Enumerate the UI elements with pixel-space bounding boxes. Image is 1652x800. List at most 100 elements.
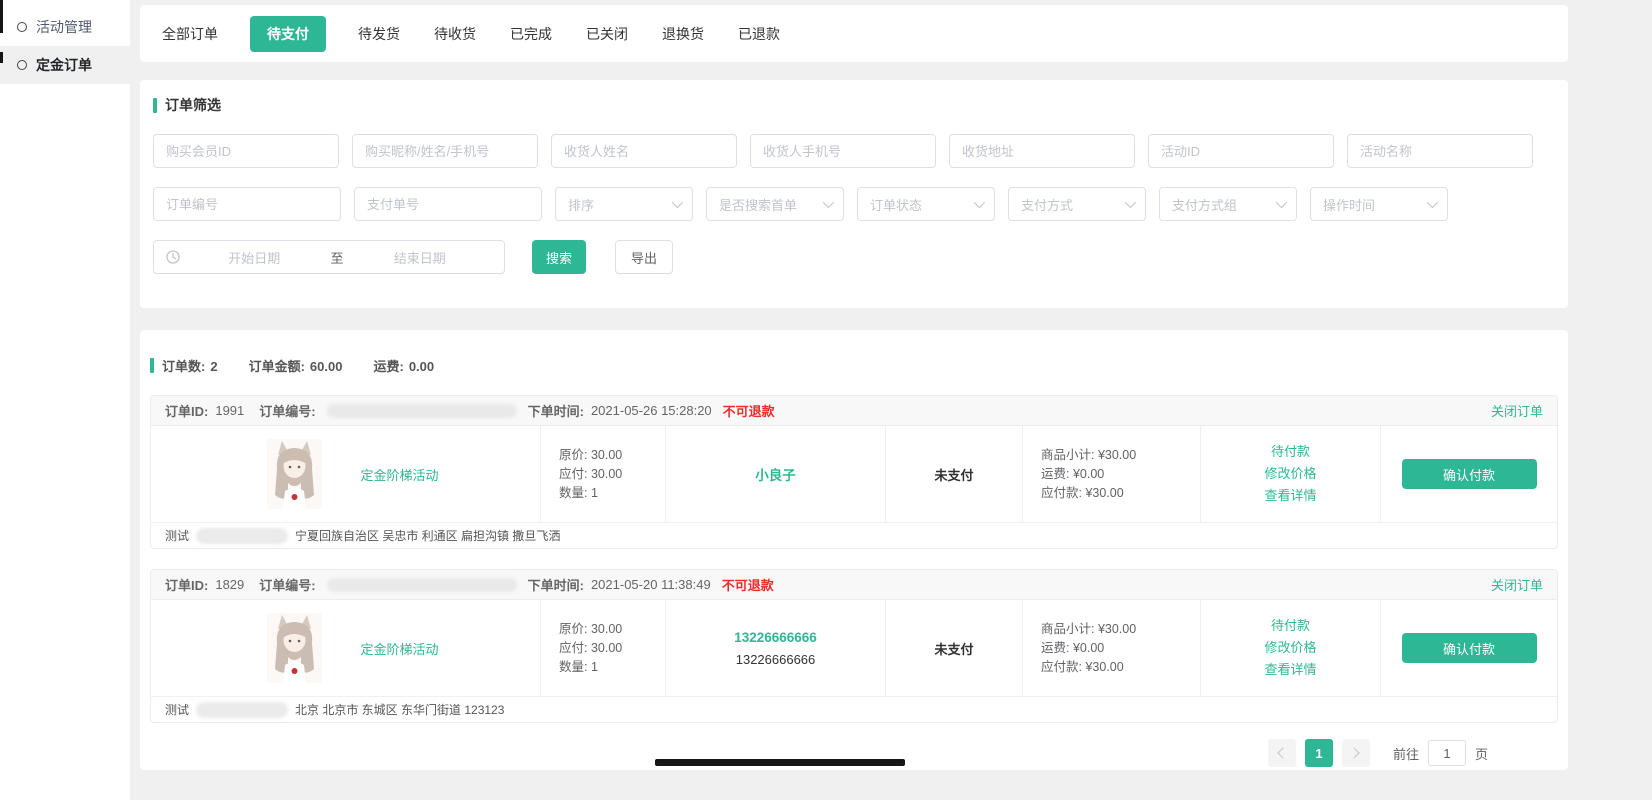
button-cell: 确认付款: [1381, 426, 1557, 522]
payment-no-input[interactable]: [354, 187, 542, 221]
modify-price-link[interactable]: 修改价格: [1264, 463, 1316, 485]
operation-time-select[interactable]: 操作时间: [1310, 187, 1448, 221]
buyer-name-link[interactable]: 小良子: [755, 464, 796, 484]
main-content: 全部订单 待支付 待发货 待收货 已完成 已关闭 退换货 已退款 订单筛选 排序: [140, 0, 1568, 770]
redacted-buyer-name: [196, 702, 288, 718]
pending-payment-link[interactable]: 待付款: [1271, 615, 1310, 637]
price-cell: 原价: 30.00 应付: 30.00 数量: 1: [541, 426, 666, 522]
chevron-right-icon: [1349, 747, 1360, 758]
view-details-link[interactable]: 查看详情: [1264, 659, 1316, 681]
order-card: 订单ID: 1829 订单编号: 下单时间: 2021-05-20 11:38:…: [150, 569, 1558, 723]
order-body-row: 定金阶梯活动 原价: 30.00 应付: 30.00 数量: 1 1322666…: [151, 600, 1557, 696]
chevron-left-icon: [1278, 747, 1289, 758]
prev-page-button[interactable]: [1268, 739, 1296, 767]
sidebar-item-label: 定金订单: [36, 55, 92, 75]
redacted-order-no: [327, 578, 517, 592]
order-summary-bar: 订单数:2 订单金额:60.00 运费:0.00: [150, 356, 1558, 375]
address-text: 宁夏回族自治区 吴忠市 利通区 扁担沟镇 撒旦飞洒: [295, 527, 560, 544]
chevron-down-icon: [823, 197, 834, 208]
activity-name-input[interactable]: [1347, 134, 1533, 168]
pending-payment-link[interactable]: 待付款: [1271, 441, 1310, 463]
date-range-picker[interactable]: 开始日期 至 结束日期: [153, 240, 505, 274]
price-cell: 原价: 30.00 应付: 30.00 数量: 1: [541, 600, 666, 696]
filter-section-title: 订单筛选: [153, 95, 1555, 115]
redacted-order-no: [327, 404, 517, 418]
redacted-buyer-name: [196, 528, 288, 544]
chevron-down-icon: [672, 197, 683, 208]
actions-cell: 待付款 修改价格 查看详情: [1201, 426, 1381, 522]
close-order-link[interactable]: 关闭订单: [1491, 401, 1543, 420]
product-name-link[interactable]: 定金阶梯活动: [360, 465, 438, 484]
section-accent-bar: [153, 98, 157, 113]
buyer-cell: 小良子: [666, 426, 886, 522]
order-id: 1829: [215, 577, 244, 592]
order-time: 2021-05-20 11:38:49: [591, 577, 711, 592]
totals-cell: 商品小计: ¥30.00 运费: ¥0.00 应付款: ¥30.00: [1023, 426, 1201, 522]
freight-amount: 0.00: [409, 359, 434, 374]
button-cell: 确认付款: [1381, 600, 1557, 696]
page-number-button[interactable]: 1: [1305, 739, 1333, 767]
first-order-select[interactable]: 是否搜索首单: [706, 187, 844, 221]
view-details-link[interactable]: 查看详情: [1264, 485, 1316, 507]
modify-price-link[interactable]: 修改价格: [1264, 637, 1316, 659]
buyer-cell: 13226666666 13226666666: [666, 600, 886, 696]
goto-page-input[interactable]: [1428, 740, 1466, 766]
radio-circle-icon: [17, 60, 27, 70]
confirm-payment-button[interactable]: 确认付款: [1402, 459, 1537, 489]
tab-pending-receipt[interactable]: 待收货: [432, 16, 478, 52]
page-unit-label: 页: [1475, 744, 1488, 763]
filter-row-2: 排序 是否搜索首单 订单状态 支付方式 支付方式组 操作时间: [153, 187, 1555, 221]
order-status-tabs: 全部订单 待支付 待发货 待收货 已完成 已关闭 退换货 已退款: [140, 5, 1568, 62]
order-card: 订单ID: 1991 订单编号: 下单时间: 2021-05-26 15:28:…: [150, 395, 1558, 549]
tab-refunded[interactable]: 已退款: [736, 16, 782, 52]
payment-status: 未支付: [886, 426, 1023, 522]
sidebar-item-activity-management[interactable]: 活动管理: [0, 8, 130, 46]
filter-row-3: 开始日期 至 结束日期 搜索 导出: [153, 240, 1555, 274]
left-edge-scroll-thumb: [0, 52, 3, 63]
buyer-name-link[interactable]: 13226666666: [734, 630, 817, 645]
non-refundable-flag: 不可退款: [723, 401, 775, 420]
product-avatar: [267, 613, 322, 683]
payment-method-group-select[interactable]: 支付方式组: [1159, 187, 1297, 221]
product-cell: 定金阶梯活动: [151, 426, 541, 522]
order-time: 2021-05-26 15:28:20: [591, 403, 712, 418]
confirm-payment-button[interactable]: 确认付款: [1402, 633, 1537, 663]
buyer-nickname-input[interactable]: [352, 134, 538, 168]
payment-method-select[interactable]: 支付方式: [1008, 187, 1146, 221]
order-status-select[interactable]: 订单状态: [857, 187, 995, 221]
tab-all-orders[interactable]: 全部订单: [160, 16, 220, 52]
next-page-button[interactable]: [1342, 739, 1370, 767]
search-button[interactable]: 搜索: [532, 240, 586, 274]
consignee-name-input[interactable]: [551, 134, 737, 168]
order-body-row: 定金阶梯活动 原价: 30.00 应付: 30.00 数量: 1 小良子 未支付…: [151, 426, 1557, 522]
sort-select[interactable]: 排序: [555, 187, 693, 221]
non-refundable-flag: 不可退款: [722, 575, 774, 594]
close-order-link[interactable]: 关闭订单: [1491, 575, 1543, 594]
tab-completed[interactable]: 已完成: [508, 16, 554, 52]
shipping-address-input[interactable]: [949, 134, 1135, 168]
address-text: 北京 北京市 东城区 东华门街道 123123: [295, 701, 504, 718]
order-count: 2: [210, 359, 217, 374]
tab-closed[interactable]: 已关闭: [584, 16, 630, 52]
tab-returns[interactable]: 退换货: [660, 16, 706, 52]
sidebar-item-deposit-orders[interactable]: 定金订单: [0, 46, 130, 84]
clock-icon: [166, 250, 180, 264]
sidebar-item-label: 活动管理: [36, 17, 92, 37]
activity-id-input[interactable]: [1148, 134, 1334, 168]
chevron-down-icon: [1427, 197, 1438, 208]
sidebar: 活动管理 定金订单: [0, 0, 130, 800]
consignee-phone-input[interactable]: [750, 134, 936, 168]
order-header: 订单ID: 1829 订单编号: 下单时间: 2021-05-20 11:38:…: [151, 570, 1557, 600]
goto-label: 前往: [1393, 744, 1419, 763]
tab-pending-shipment[interactable]: 待发货: [356, 16, 402, 52]
totals-cell: 商品小计: ¥30.00 运费: ¥0.00 应付款: ¥30.00: [1023, 600, 1201, 696]
product-name-link[interactable]: 定金阶梯活动: [360, 639, 438, 658]
buyer-member-id-input[interactable]: [153, 134, 339, 168]
tab-pending-payment[interactable]: 待支付: [250, 16, 326, 52]
horizontal-scrollbar-thumb[interactable]: [655, 759, 905, 766]
order-filter-panel: 订单筛选 排序 是否搜索首单 订单状态: [140, 80, 1568, 308]
chevron-down-icon: [974, 197, 985, 208]
export-button[interactable]: 导出: [615, 240, 673, 274]
order-no-input[interactable]: [153, 187, 341, 221]
filter-row-1: [153, 134, 1555, 168]
